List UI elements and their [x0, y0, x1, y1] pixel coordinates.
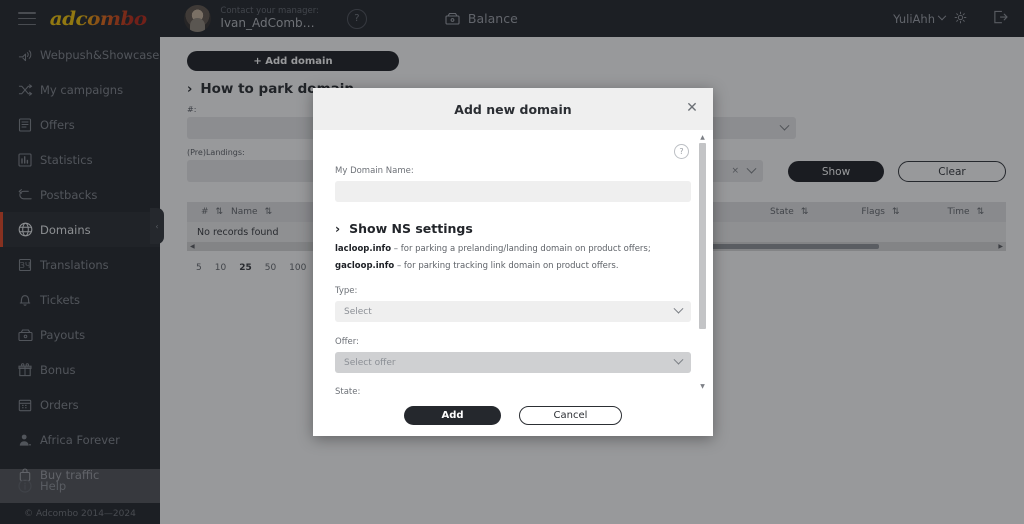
close-x-icon[interactable]: ✕ — [685, 101, 699, 115]
ns-note-1-domain: lacloop.info — [335, 244, 392, 254]
show-ns-settings-toggle[interactable]: › Show NS settings — [335, 221, 691, 236]
cancel-button[interactable]: Cancel — [519, 405, 622, 425]
add-new-domain-modal: Add new domain ✕ ? My Domain Name: › Sho… — [313, 88, 713, 436]
chevron-right-icon: › — [335, 221, 341, 236]
app-root: adcombo Contact your manager: Ivan_AdCom… — [0, 0, 1024, 524]
offer-select-value: Select offer — [344, 357, 396, 368]
add-button[interactable]: Add — [404, 405, 501, 425]
type-select[interactable]: Select — [335, 301, 691, 322]
ns-note-2-domain: gacloop.info — [335, 261, 395, 271]
type-label: Type: — [335, 286, 358, 296]
ns-note-2: gacloop.info – for parking tracking link… — [335, 261, 691, 271]
state-label: State: — [335, 387, 361, 394]
modal-body: ? My Domain Name: › Show NS settings lac… — [313, 130, 713, 394]
ns-note-1-text: – for parking a prelanding/landing domai… — [391, 244, 651, 254]
offer-label: Offer: — [335, 337, 359, 347]
scrollbar-thumb[interactable] — [699, 143, 706, 329]
modal-footer: Add Cancel — [313, 394, 713, 436]
chevron-down-icon — [673, 303, 684, 314]
modal-title: Add new domain — [454, 101, 572, 117]
domain-name-input[interactable] — [335, 181, 691, 202]
triangle-down-icon[interactable]: ▼ — [699, 383, 706, 390]
show-ns-settings-label: Show NS settings — [349, 221, 473, 236]
modal-vertical-scrollbar[interactable]: ▲ ▼ — [698, 134, 707, 390]
domain-name-label: My Domain Name: — [335, 166, 414, 176]
question-mark-icon[interactable]: ? — [674, 144, 689, 159]
ns-note-1: lacloop.info – for parking a prelanding/… — [335, 244, 691, 254]
ns-note-2-text: – for parking tracking link domain on pr… — [394, 261, 619, 271]
type-select-value: Select — [344, 306, 372, 317]
offer-select[interactable]: Select offer — [335, 352, 691, 373]
modal-header: Add new domain ✕ — [313, 88, 713, 130]
triangle-up-icon[interactable]: ▲ — [699, 134, 706, 141]
chevron-down-icon — [673, 354, 684, 365]
